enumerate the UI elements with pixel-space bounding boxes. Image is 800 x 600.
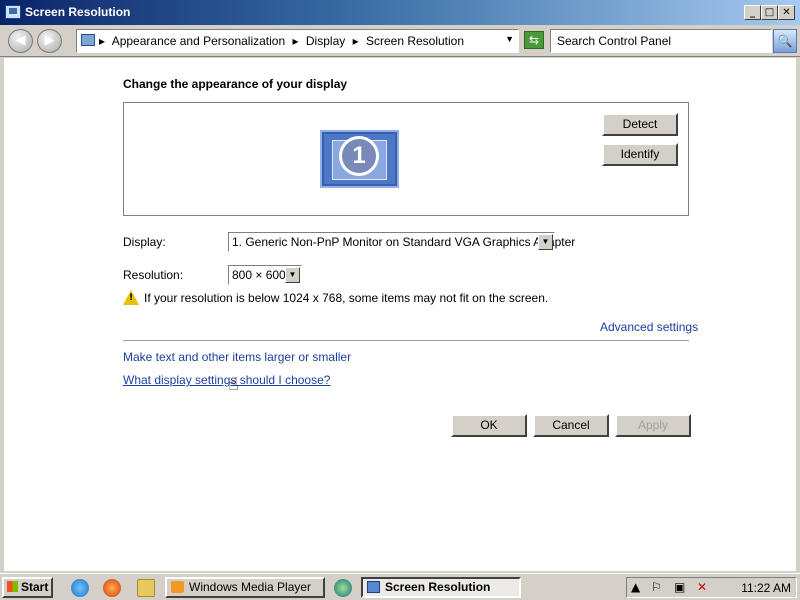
breadcrumb-appearance[interactable]: Appearance and Personalization — [112, 34, 285, 48]
control-panel-icon — [81, 34, 95, 46]
apply-button[interactable]: Apply — [615, 414, 691, 437]
navigation-bar: ◀ ▶ ▸ Appearance and Personalization ▸ D… — [0, 25, 800, 57]
warning-icon: ! — [123, 290, 139, 305]
minimize-button[interactable]: _ — [744, 5, 761, 20]
search-icon[interactable]: 🔍 — [773, 29, 797, 53]
taskbar-item-screen-resolution[interactable]: Screen Resolution — [361, 577, 521, 598]
monitor-number: 1 — [339, 136, 379, 176]
breadcrumb-separator[interactable]: ▸ — [99, 34, 105, 48]
advanced-settings-link[interactable]: Advanced settings — [600, 320, 698, 334]
address-bar[interactable]: ▸ Appearance and Personalization ▸ Displ… — [76, 29, 519, 53]
chevron-down-icon[interactable]: ▼ — [505, 34, 514, 44]
title-bar: Screen Resolution _ □ ✕ — [0, 0, 800, 25]
breadcrumb-screen-resolution[interactable]: Screen Resolution — [366, 34, 464, 48]
taskbar-item-label: Windows Media Player — [189, 580, 312, 594]
screen-resolution-icon — [367, 581, 380, 593]
chevron-up-icon[interactable]: ▲ — [631, 580, 640, 594]
text-size-link[interactable]: Make text and other items larger or smal… — [123, 350, 351, 364]
ok-button[interactable]: OK — [451, 414, 527, 437]
refresh-button[interactable]: ⇆ — [524, 31, 544, 49]
display-help-link[interactable]: What display settings should I choose? — [123, 373, 330, 387]
resolution-select-value: 800 × 600 — [232, 268, 286, 282]
display-select-value: 1. Generic Non-PnP Monitor on Standard V… — [232, 235, 576, 249]
breadcrumb-separator[interactable]: ▸ — [293, 34, 299, 48]
resolution-label: Resolution: — [123, 268, 184, 282]
detect-button[interactable]: Detect — [602, 113, 678, 136]
close-button[interactable]: ✕ — [778, 5, 795, 20]
start-label: Start — [21, 580, 49, 594]
folder-icon[interactable] — [137, 579, 155, 597]
network-icon[interactable]: ▣ — [674, 580, 685, 594]
breadcrumb-display[interactable]: Display — [306, 34, 345, 48]
resolution-warning: If your resolution is below 1024 x 768, … — [144, 291, 549, 305]
back-button[interactable]: ◀ — [8, 29, 33, 53]
chevron-down-icon[interactable]: ▼ — [538, 234, 553, 250]
screen-resolution-icon — [5, 5, 21, 19]
taskbar: Start Windows Media Player Screen Resolu… — [0, 573, 800, 600]
taskbar-item-media-player[interactable]: Windows Media Player — [165, 577, 325, 598]
main-content: Change the appearance of your display 1 … — [0, 58, 800, 571]
hand-cursor-icon: ☝ — [228, 374, 239, 395]
page-title: Change the appearance of your display — [123, 77, 348, 91]
display-select[interactable]: 1. Generic Non-PnP Monitor on Standard V… — [228, 232, 575, 252]
divider — [123, 340, 689, 341]
ie-icon[interactable] — [71, 579, 89, 597]
volume-muted-icon[interactable]: ✕ — [697, 580, 707, 594]
firefox-icon[interactable] — [103, 579, 121, 597]
identify-button[interactable]: Identify — [602, 143, 678, 166]
resolution-select[interactable]: 800 × 600 ▼ — [228, 265, 302, 285]
breadcrumb-separator[interactable]: ▸ — [353, 34, 359, 48]
chevron-down-icon[interactable]: ▼ — [285, 267, 300, 283]
flag-icon[interactable]: ⚐ — [651, 580, 662, 594]
forward-button[interactable]: ▶ — [37, 29, 62, 53]
windows-logo-icon — [7, 581, 18, 592]
start-button[interactable]: Start — [2, 577, 53, 598]
display-label: Display: — [123, 235, 166, 249]
clock[interactable]: 11:22 AM — [741, 581, 791, 595]
search-input[interactable]: Search Control Panel — [550, 29, 772, 53]
media-icon[interactable] — [334, 579, 352, 597]
maximize-button[interactable]: □ — [761, 5, 778, 20]
taskbar-item-label: Screen Resolution — [385, 580, 491, 594]
breadcrumb: ▸ Appearance and Personalization ▸ Displ… — [99, 34, 468, 48]
display-preview-panel: 1 Detect Identify — [123, 102, 689, 216]
cancel-button[interactable]: Cancel — [533, 414, 609, 437]
monitor-icon[interactable]: 1 — [320, 130, 399, 188]
media-player-icon — [171, 581, 184, 593]
system-tray: ▲ ⚐ ▣ ✕ 11:22 AM — [626, 577, 797, 598]
window-title: Screen Resolution — [25, 5, 131, 19]
